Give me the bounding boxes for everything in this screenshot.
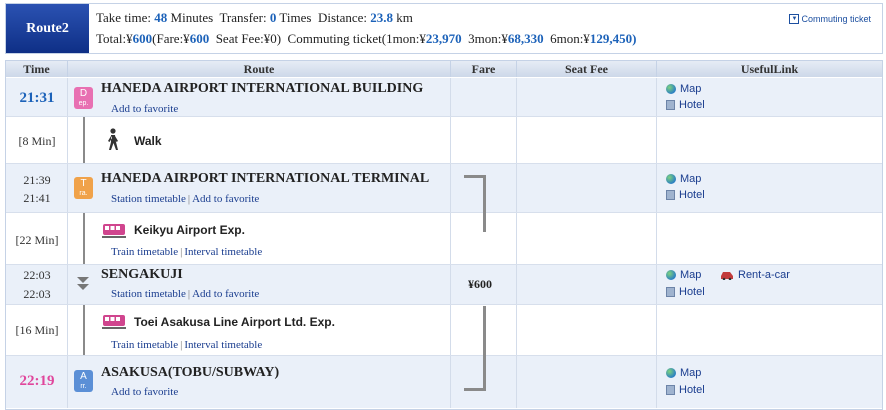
station-row-transfer: 21:39 21:41 Tra. HANEDA AIRPORT INTERNAT…	[6, 164, 882, 213]
segment-row-walk: [8 Min] Walk	[6, 117, 882, 164]
arrival-badge-icon: Arr.	[74, 370, 93, 392]
route-line	[83, 213, 85, 265]
hotel-link[interactable]: Hotel	[666, 384, 705, 396]
train-timetable-link[interactable]: Train timetable	[111, 246, 178, 258]
globe-icon	[666, 270, 676, 280]
hotel-link[interactable]: Hotel	[666, 99, 705, 111]
segment-duration: [16 Min]	[15, 323, 59, 337]
globe-icon	[666, 368, 676, 378]
route-label: Route2	[6, 4, 89, 53]
add-to-favorite-link[interactable]: Add to favorite	[111, 386, 178, 398]
train-icon	[102, 315, 126, 329]
arrival-time: 21:39	[23, 173, 51, 187]
arrival-time: 22:19	[19, 373, 55, 389]
segment-name: Keikyu Airport Exp.	[134, 223, 245, 237]
station-links: Station timetable | Add to favorite	[111, 193, 260, 205]
hotel-link[interactable]: Hotel	[666, 286, 705, 298]
map-link[interactable]: Map	[666, 173, 701, 185]
hotel-icon	[666, 385, 675, 395]
segment-duration: [8 Min]	[18, 134, 56, 148]
summary-line-2: Total:¥600(Fare:¥600 Seat Fee:¥0) Commut…	[96, 31, 637, 46]
add-to-favorite-link[interactable]: Add to favorite	[192, 193, 259, 205]
segment-links: Train timetable | Interval timetable	[111, 339, 263, 351]
station-name: HANEDA AIRPORT INTERNATIONAL BUILDING	[101, 81, 424, 96]
transfer-value: 0	[269, 10, 277, 25]
train-icon	[102, 224, 126, 238]
globe-icon	[666, 174, 676, 184]
col-route: Route	[68, 61, 451, 77]
globe-icon	[666, 84, 676, 94]
take-time-value: 48	[154, 10, 168, 25]
commute-6mon-value: 129,450)	[589, 31, 637, 46]
summary-line-1: Take time: 48 Minutes Transfer: 0 Times …	[96, 10, 413, 25]
commute-1mon-value: 23,970	[425, 31, 462, 46]
hotel-link[interactable]: Hotel	[666, 189, 705, 201]
rent-a-car-link[interactable]: Rent-a-car	[720, 269, 790, 281]
departure-time: 21:41	[23, 191, 51, 205]
car-icon	[721, 271, 733, 280]
departure-badge-icon: Dep.	[74, 87, 93, 109]
route-line	[83, 305, 85, 356]
add-to-favorite-link[interactable]: Add to favorite	[111, 103, 178, 115]
station-links: Station timetable | Add to favorite	[111, 288, 260, 300]
route-line	[83, 117, 85, 164]
map-link[interactable]: Map	[666, 367, 701, 379]
arrival-time: 22:03	[23, 268, 51, 282]
total-value: 600	[132, 31, 153, 46]
station-timetable-link[interactable]: Station timetable	[111, 288, 186, 300]
segment-name: Walk	[134, 134, 162, 148]
station-name: ASAKUSA(TOBU/SUBWAY)	[101, 365, 280, 380]
interval-timetable-link[interactable]: Interval timetable	[184, 246, 262, 258]
station-row-departure: 21:31 Dep. HANEDA AIRPORT INTERNATIONAL …	[6, 78, 882, 117]
chevron-down-icon: ▼	[789, 14, 800, 24]
fare-amount: ¥600	[468, 277, 492, 291]
segment-row-toei: [16 Min] Toei Asakusa Line Airport Ltd. …	[6, 305, 882, 356]
map-link[interactable]: Map	[666, 269, 701, 281]
hotel-icon	[666, 190, 675, 200]
interval-timetable-link[interactable]: Interval timetable	[184, 339, 262, 351]
fare-bracket-top	[464, 175, 486, 232]
train-timetable-link[interactable]: Train timetable	[111, 339, 178, 351]
station-name: SENGAKUJI	[101, 267, 183, 282]
fare-value: 600	[189, 31, 210, 46]
segment-name: Toei Asakusa Line Airport Ltd. Exp.	[134, 315, 335, 329]
station-timetable-link[interactable]: Station timetable	[111, 193, 186, 205]
pass-through-icon	[77, 277, 89, 290]
departure-time: 22:03	[23, 287, 51, 301]
add-to-favorite-link[interactable]: Add to favorite	[192, 288, 259, 300]
col-seat-fee: Seat Fee	[517, 61, 657, 77]
segment-duration: [22 Min]	[15, 233, 59, 247]
segment-links: Train timetable | Interval timetable	[111, 246, 263, 258]
route-summary: Route2 Take time: 48 Minutes Transfer: 0…	[5, 3, 883, 54]
hotel-icon	[666, 100, 675, 110]
map-link[interactable]: Map	[666, 83, 701, 95]
distance-value: 23.8	[370, 10, 394, 25]
commuting-ticket-link[interactable]: ▼ Commuting ticket	[789, 14, 871, 24]
col-useful-link: UsefulLink	[657, 61, 882, 77]
col-fare: Fare	[451, 61, 517, 77]
hotel-icon	[666, 287, 675, 297]
fare-bracket-bottom	[464, 306, 486, 391]
station-name: HANEDA AIRPORT INTERNATIONAL TERMINAL	[101, 171, 430, 186]
station-row-passthrough: 22:03 22:03 SENGAKUJI Station timetable |…	[6, 265, 882, 305]
col-time: Time	[6, 61, 68, 77]
walk-icon	[108, 128, 118, 150]
segment-row-keikyu: [22 Min] Keikyu Airport Exp. Train timet…	[6, 213, 882, 265]
station-row-arrival: 22:19 Arr. ASAKUSA(TOBU/SUBWAY) Add to f…	[6, 356, 882, 408]
seat-fee-value: 0)	[270, 31, 282, 46]
transfer-badge-icon: Tra.	[74, 177, 93, 199]
departure-time: 21:31	[19, 90, 55, 106]
commute-3mon-value: 68,330	[507, 31, 544, 46]
route-table: Time Route Fare Seat Fee UsefulLink 21:3…	[5, 60, 883, 410]
